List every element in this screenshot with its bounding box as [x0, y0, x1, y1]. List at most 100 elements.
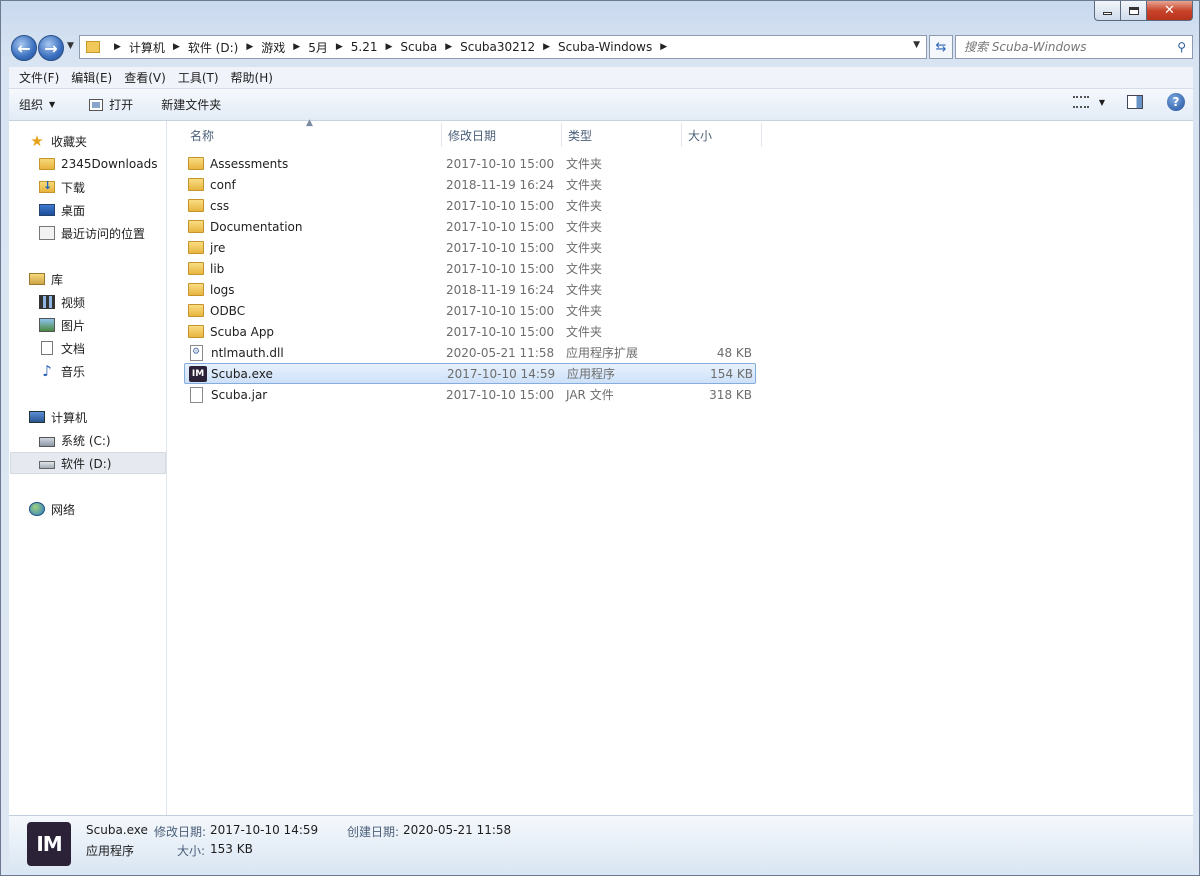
breadcrumb-arrow-icon[interactable]: ▶ — [445, 42, 452, 52]
refresh-icon: ⇆ — [935, 39, 947, 55]
nav-downloads[interactable]: 下载 — [39, 176, 85, 198]
chevron-down-icon: ▼ — [49, 100, 56, 109]
column-header-date[interactable]: 修改日期 — [442, 123, 562, 147]
menu-help[interactable]: 帮助(H) — [225, 69, 279, 86]
search-icon[interactable]: ⚲ — [1177, 40, 1186, 54]
nav-libraries[interactable]: 库 — [29, 268, 63, 290]
column-header-size[interactable]: 大小 — [682, 123, 762, 147]
document-library-icon — [41, 341, 53, 355]
address-bar[interactable]: ▶ 计算机 ▶ 软件 (D:) ▶ 游戏 ▶ 5月 ▶ 5.21 ▶ Scuba ▶ Scu… — [79, 35, 927, 59]
nav-network[interactable]: 网络 — [29, 498, 75, 520]
menu-tools[interactable]: 工具(T) — [172, 69, 225, 86]
file-row-scuba-jar[interactable]: Scuba.jar 2017-10-10 15:00 JAR 文件 318 KB — [184, 384, 756, 405]
change-view-icon[interactable] — [1072, 96, 1089, 108]
breadcrumb-arrow-icon[interactable]: ▶ — [173, 42, 180, 52]
breadcrumb-scuba[interactable]: Scuba ▶ — [400, 40, 460, 54]
breadcrumb-arrow-icon[interactable]: ▶ — [293, 42, 300, 52]
folder-icon — [39, 158, 55, 170]
nav-pictures[interactable]: 图片 — [39, 314, 85, 336]
nav-favorites[interactable]: ★ 收藏夹 — [29, 130, 87, 152]
nav-documents[interactable]: 文档 — [39, 337, 85, 359]
details-created-value: 2020-05-21 11:58 — [403, 823, 512, 837]
music-note-icon: ♪ — [42, 362, 52, 380]
search-input[interactable] — [964, 40, 1164, 54]
file-row-jre[interactable]: jre 2017-10-10 15:00 文件夹 — [184, 237, 756, 258]
menu-file[interactable]: 文件(F) — [13, 69, 65, 86]
recent-places-icon — [39, 226, 55, 240]
details-size-label: 大小: — [177, 844, 206, 858]
search-box[interactable]: ⚲ — [955, 35, 1193, 59]
breadcrumb-scuba-windows[interactable]: Scuba-Windows ▶ — [558, 40, 675, 54]
breadcrumb-arrow-icon[interactable]: ▶ — [336, 42, 343, 52]
nav-drive-c[interactable]: 系统 (C:) — [39, 429, 111, 451]
nav-recent-places[interactable]: 最近访问的位置 — [39, 222, 145, 244]
breadcrumb-arrow-icon[interactable]: ▶ — [385, 42, 392, 52]
nav-videos[interactable]: 视频 — [39, 291, 85, 313]
download-folder-icon — [39, 179, 55, 193]
refresh-button[interactable]: ⇆ — [929, 35, 953, 59]
nav-music[interactable]: ♪ 音乐 — [39, 360, 85, 382]
maximize-button[interactable] — [1121, 1, 1147, 21]
file-row-scuba-app[interactable]: Scuba App 2017-10-10 15:00 文件夹 — [184, 321, 756, 342]
forward-button[interactable]: → — [38, 35, 64, 61]
column-header-type[interactable]: 类型 — [562, 123, 682, 147]
menu-edit[interactable]: 编辑(E) — [65, 69, 118, 86]
column-header-name[interactable]: 名称 — [184, 123, 442, 147]
explorer-window: ✕ ← → ▼ ▶ 计算机 ▶ 软件 (D:) ▶ 游戏 ▶ 5月 ▶ 5.21 ▶ Sc… — [0, 0, 1200, 876]
menu-view[interactable]: 查看(V) — [118, 69, 172, 86]
breadcrumb-scuba30212[interactable]: Scuba30212 ▶ — [460, 40, 558, 54]
breadcrumb-arrow-icon[interactable]: ▶ — [660, 42, 667, 52]
file-row-scuba-exe[interactable]: IM Scuba.exe 2017-10-10 14:59 应用程序 154 KB — [184, 363, 756, 384]
breadcrumb-may[interactable]: 5月 ▶ — [308, 39, 351, 56]
file-row-css[interactable]: css 2017-10-10 15:00 文件夹 — [184, 195, 756, 216]
maximize-icon — [1128, 6, 1139, 15]
file-list: ▲ 名称 修改日期 类型 大小 Assessments 2017-10-10 1… — [168, 118, 1193, 815]
content-area: ★收藏夹 2345Downloads 下载 桌面 最近访问的位置 库 视频 图片 — [9, 118, 1193, 815]
breadcrumb-arrow-icon[interactable]: ▶ — [543, 42, 550, 52]
desktop-icon — [39, 204, 55, 216]
details-size-value: 153 KB — [210, 842, 253, 856]
close-button[interactable]: ✕ — [1147, 1, 1193, 21]
breadcrumb-arrow-icon[interactable]: ▶ — [246, 42, 253, 52]
organize-button[interactable]: 组织 ▼ — [9, 89, 65, 120]
view-options-dropdown-icon[interactable]: ▼ — [1099, 98, 1105, 107]
breadcrumb-drive-d[interactable]: 软件 (D:) ▶ — [188, 39, 261, 56]
drive-icon — [39, 461, 55, 469]
nav-computer[interactable]: 计算机 — [29, 406, 87, 428]
minimize-button[interactable] — [1094, 1, 1121, 21]
breadcrumb-computer[interactable]: 计算机 ▶ — [129, 39, 188, 56]
file-row-logs[interactable]: logs 2018-11-19 16:24 文件夹 — [184, 279, 756, 300]
nav-desktop[interactable]: 桌面 — [39, 199, 85, 221]
picture-library-icon — [39, 318, 55, 332]
navigation-row: ← → ▼ ▶ 计算机 ▶ 软件 (D:) ▶ 游戏 ▶ 5月 ▶ 5.21 ▶ Scub… — [9, 31, 1193, 61]
folder-icon — [188, 304, 204, 317]
details-modified-label: 修改日期: — [154, 825, 207, 839]
preview-pane-icon[interactable] — [1127, 95, 1143, 109]
help-icon[interactable]: ? — [1167, 93, 1185, 111]
file-row-documentation[interactable]: Documentation 2017-10-10 15:00 文件夹 — [184, 216, 756, 237]
address-dropdown-icon[interactable]: ▼ — [913, 40, 920, 50]
nav-2345downloads[interactable]: 2345Downloads — [39, 153, 157, 175]
file-row-conf[interactable]: conf 2018-11-19 16:24 文件夹 — [184, 174, 756, 195]
command-bar: 组织 ▼ 打开 新建文件夹 ▼ ? — [9, 89, 1193, 121]
recent-pages-dropdown-icon[interactable]: ▼ — [67, 41, 74, 51]
file-row-odbc[interactable]: ODBC 2017-10-10 15:00 文件夹 — [184, 300, 756, 321]
nav-drive-d[interactable]: 软件 (D:) — [10, 452, 166, 474]
open-button[interactable]: 打开 — [79, 89, 143, 120]
details-file-name: Scuba.exe — [86, 823, 148, 837]
video-library-icon — [39, 295, 55, 309]
close-icon: ✕ — [1164, 3, 1175, 18]
file-row-lib[interactable]: lib 2017-10-10 15:00 文件夹 — [184, 258, 756, 279]
dll-file-icon — [190, 344, 203, 361]
breadcrumb-arrow-icon[interactable]: ▶ — [114, 42, 121, 52]
details-file-type: 应用程序 — [86, 844, 135, 858]
new-folder-button[interactable]: 新建文件夹 — [151, 89, 231, 120]
breadcrumb-games[interactable]: 游戏 ▶ — [261, 39, 308, 56]
breadcrumb-5-21[interactable]: 5.21 ▶ — [351, 40, 401, 54]
back-button[interactable]: ← — [11, 35, 37, 61]
file-row-assessments[interactable]: Assessments 2017-10-10 15:00 文件夹 — [184, 153, 756, 174]
details-pane: IM Scuba.exe 应用程序 修改日期: 2017-10-10 14:59… — [9, 815, 1193, 873]
library-icon — [29, 273, 45, 285]
network-icon — [29, 502, 45, 516]
file-row-ntlmauth-dll[interactable]: ntlmauth.dll 2020-05-21 11:58 应用程序扩展 48 … — [184, 342, 756, 363]
